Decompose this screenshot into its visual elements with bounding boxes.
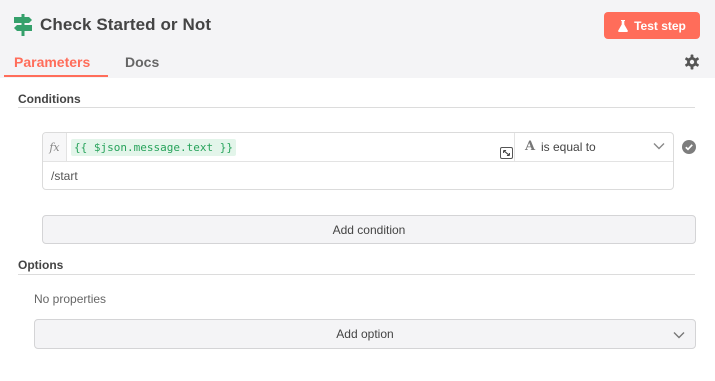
tab-parameters[interactable]: Parameters <box>14 54 90 70</box>
flask-icon <box>618 19 628 32</box>
string-type-icon: A <box>525 139 536 154</box>
expand-editor-icon[interactable] <box>500 147 513 159</box>
left-value-input[interactable]: {{ $json.message.text }} <box>71 139 236 156</box>
conditions-divider <box>18 107 695 108</box>
chevron-down-icon <box>673 332 685 339</box>
condition-row: fx {{ $json.message.text }} A is equal t… <box>42 132 674 190</box>
tab-docs[interactable]: Docs <box>125 54 159 70</box>
no-properties-text: No properties <box>34 292 107 306</box>
chevron-down-icon <box>653 143 665 150</box>
add-option-label: Add option <box>336 327 394 341</box>
node-title: Check Started or Not <box>40 15 212 34</box>
options-divider <box>18 274 695 275</box>
check-circle-icon <box>682 140 696 154</box>
add-condition-button[interactable]: Add condition <box>42 215 696 244</box>
operator-label: is equal to <box>541 140 596 154</box>
expression-icon: fx <box>43 133 67 161</box>
test-step-label: Test step <box>634 18 686 33</box>
options-label: Options <box>18 258 64 272</box>
add-option-button[interactable]: Add option <box>34 319 696 349</box>
gear-icon[interactable] <box>684 54 700 70</box>
active-tab-indicator <box>4 75 108 77</box>
node-header: Check Started or Not Test step Parameter… <box>0 0 715 78</box>
right-value-input[interactable]: /start <box>51 169 78 183</box>
test-step-button[interactable]: Test step <box>604 12 700 39</box>
operator-select[interactable]: A is equal to <box>515 133 673 161</box>
row-divider <box>43 161 673 162</box>
conditions-label: Conditions <box>18 92 81 106</box>
signpost-icon <box>14 14 32 36</box>
